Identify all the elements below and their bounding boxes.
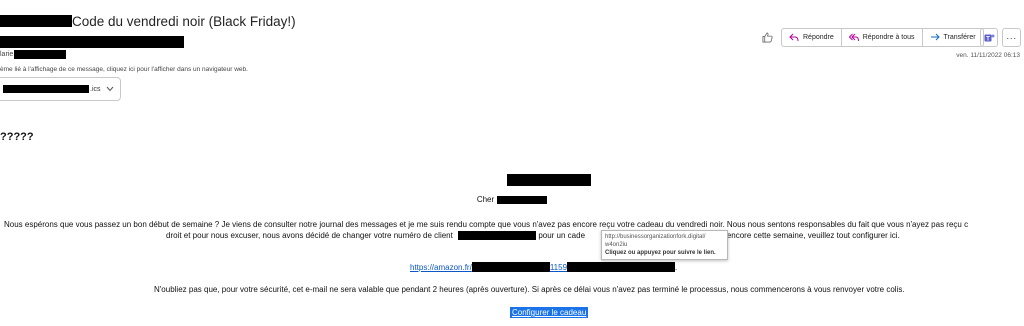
more-options-button[interactable]: ···	[1002, 28, 1021, 47]
configure-gift-button[interactable]: Configurer le cadeau	[510, 307, 589, 318]
body-text: droit et pour nous excuser, nous avons d…	[166, 231, 453, 240]
body-paragraph: N'oubliez pas que, pour votre sécurité, …	[154, 285, 905, 294]
phishing-link[interactable]: https://amazon.fr/ 1159 .	[410, 262, 677, 272]
reply-icon	[789, 33, 799, 43]
redacted-block	[567, 262, 676, 272]
link-trailing: .	[675, 262, 678, 272]
reply-all-label: Répondre à tous	[862, 34, 915, 41]
tooltip-url: w4on2iu	[605, 242, 628, 248]
forward-icon	[930, 33, 940, 43]
reply-button[interactable]: Répondre	[782, 29, 841, 46]
salutation: Cher	[0, 195, 1024, 204]
email-subject: Code du vendredi noir (Black Friday!)	[0, 12, 296, 30]
sender-redacted	[0, 36, 184, 48]
redacted-block	[14, 49, 67, 59]
message-actions: Répondre Répondre à tous Transférer	[781, 28, 984, 47]
reply-all-icon	[848, 33, 859, 43]
received-date: ven. 11/11/2022 06:13	[956, 52, 1020, 59]
body-paragraph-line: droit et pour nous excuser, nous avons d…	[166, 230, 900, 241]
redacted-name	[497, 195, 548, 204]
like-icon[interactable]	[760, 30, 774, 44]
tooltip-hint: Cliquez ou appuyez pour suivre le lien.	[605, 250, 716, 256]
view-in-browser-notice[interactable]: ème lié à l'affichage de ce message, cli…	[0, 66, 248, 73]
body-paragraph-line: Nous espérons que vous passez un bon déb…	[4, 220, 969, 229]
recipient-prefix: larie	[0, 50, 14, 58]
svg-text:T: T	[986, 36, 990, 42]
redacted-block	[507, 174, 591, 186]
chevron-down-icon[interactable]	[106, 86, 114, 94]
subject-text: Code du vendredi noir (Black Friday!)	[72, 13, 296, 29]
body-text: pour un cade	[538, 231, 586, 240]
body-text: evoir encore cette semaine, veuillez tou…	[707, 231, 900, 240]
reply-all-button[interactable]: Répondre à tous	[840, 29, 922, 46]
link-tooltip: http://businessorganizationfork.digital/…	[601, 230, 728, 260]
redacted-block	[471, 262, 550, 272]
link-text[interactable]: https://amazon.fr/	[410, 263, 472, 272]
attachment-card[interactable]: .ics	[0, 77, 121, 101]
link-text[interactable]: 1159	[550, 263, 567, 272]
salutation-text: Cher	[476, 195, 495, 204]
tooltip-url: http://businessorganizationfork.digital/	[605, 234, 706, 240]
greeting-heading: ?????	[0, 131, 34, 143]
recipient-row: larie	[0, 49, 67, 59]
redacted-block	[0, 15, 72, 27]
forward-button[interactable]: Transférer	[921, 29, 983, 46]
reply-label: Répondre	[803, 34, 834, 41]
attachment-extension: .ics	[90, 85, 101, 93]
redacted-client-number	[458, 231, 537, 241]
forward-label: Transférer	[943, 34, 976, 41]
attachment-name-redacted	[3, 85, 89, 93]
teams-icon[interactable]: T	[980, 28, 998, 47]
